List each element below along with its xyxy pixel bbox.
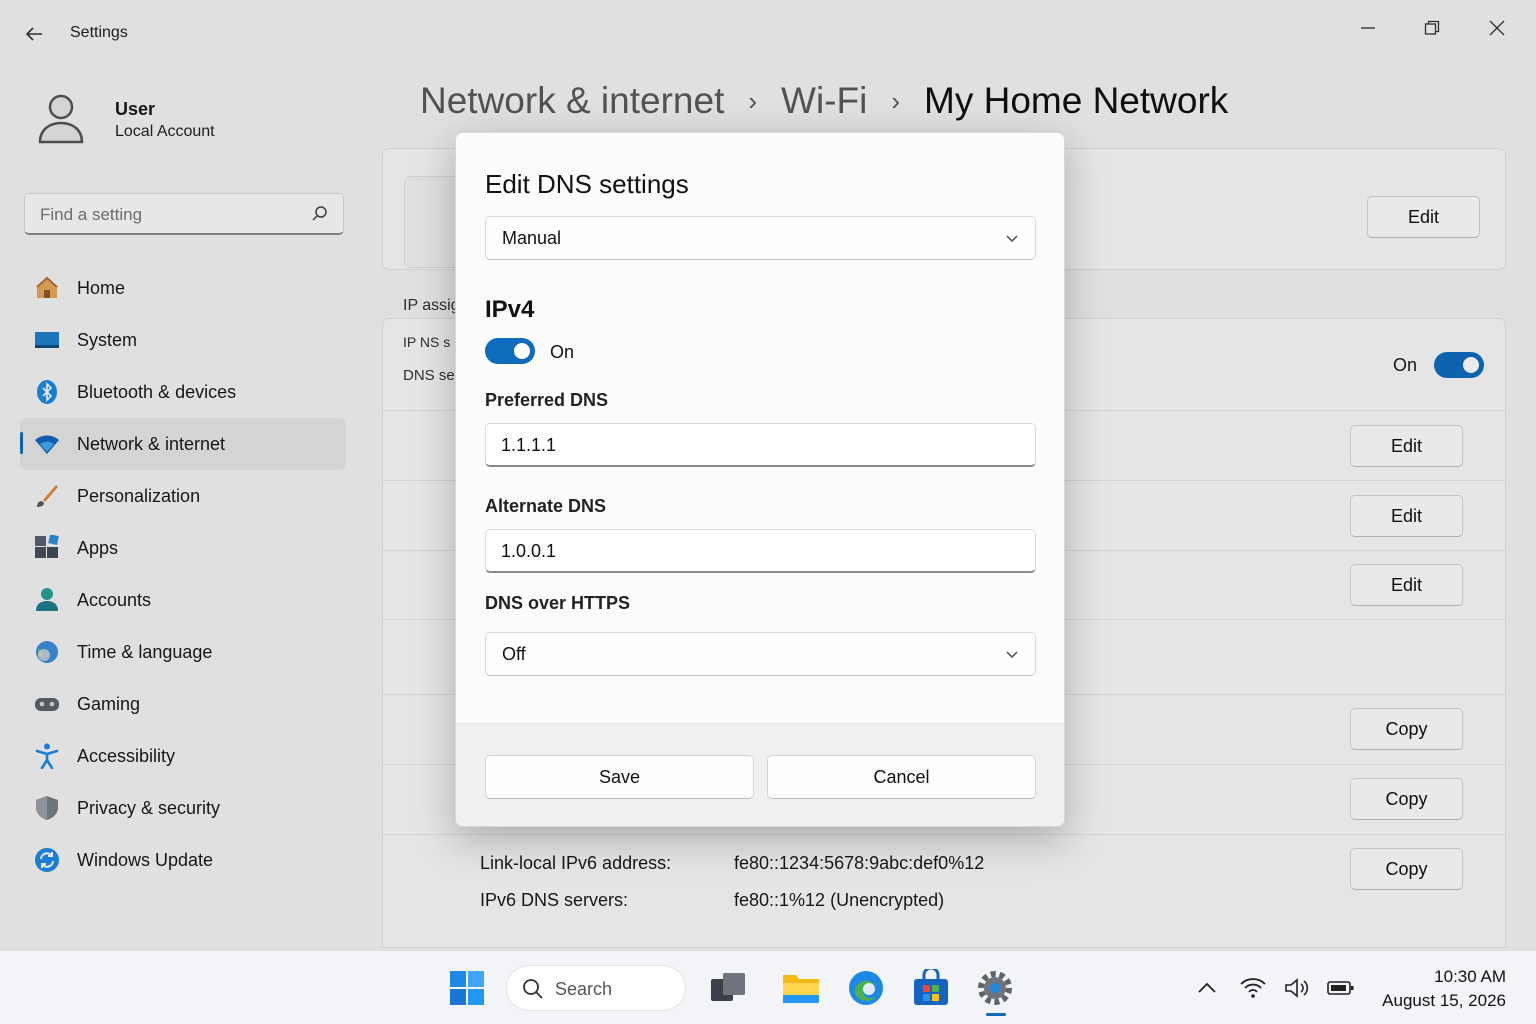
store-icon[interactable] [912, 969, 950, 1007]
volume-icon[interactable] [1282, 975, 1312, 1001]
start-icon[interactable] [448, 969, 486, 1007]
taskbar-search[interactable]: Search [506, 965, 686, 1011]
settings-gear-icon[interactable] [976, 969, 1014, 1007]
dialog-footer: Save Cancel [456, 723, 1064, 826]
edge-icon[interactable] [847, 969, 885, 1007]
search-icon [523, 979, 543, 999]
dns-mode-value: Manual [502, 228, 562, 248]
clock-date: August 15, 2026 [1382, 991, 1506, 1010]
settings-window: Settings User Local Account Find a setti… [0, 0, 1536, 950]
cancel-button[interactable]: Cancel [767, 755, 1036, 799]
taskbar-search-label: Search [555, 979, 613, 999]
preferred-dns-label: Preferred DNS [485, 390, 609, 410]
doh-select[interactable]: Off [485, 632, 1036, 676]
edit-dns-dialog: Edit DNS settings Manual IPv4 On Preferr… [455, 132, 1065, 827]
battery-icon[interactable] [1326, 975, 1356, 1001]
doh-value: Off [502, 644, 526, 664]
active-app-indicator [986, 1013, 1006, 1016]
dialog-title: Edit DNS settings [485, 169, 689, 199]
clock-time: 10:30 AM [1434, 967, 1506, 986]
system-clock[interactable]: 10:30 AM August 15, 2026 [1382, 965, 1506, 1013]
save-button[interactable]: Save [485, 755, 754, 799]
dns-mode-select[interactable]: Manual [485, 216, 1036, 260]
file-explorer-icon[interactable] [782, 969, 820, 1007]
taskbar: Search 10:30 AM August 15, 2026 [0, 950, 1536, 1024]
doh-label: DNS over HTTPS [485, 593, 631, 613]
chevron-down-icon [1006, 651, 1018, 658]
alternate-dns-field[interactable]: 1.0.0.1 [485, 529, 1036, 573]
chevron-up-icon[interactable] [1192, 975, 1222, 1001]
preferred-dns-field[interactable]: 1.1.1.1 [485, 423, 1036, 467]
wifi-icon[interactable] [1238, 975, 1268, 1001]
chevron-down-icon [1006, 235, 1018, 242]
ipv4-heading: IPv4 [485, 296, 535, 323]
ipv4-toggle-label: On [550, 342, 575, 362]
task-view-icon[interactable] [709, 969, 747, 1007]
alternate-dns-label: Alternate DNS [485, 496, 607, 516]
ipv4-toggle[interactable] [485, 338, 535, 364]
